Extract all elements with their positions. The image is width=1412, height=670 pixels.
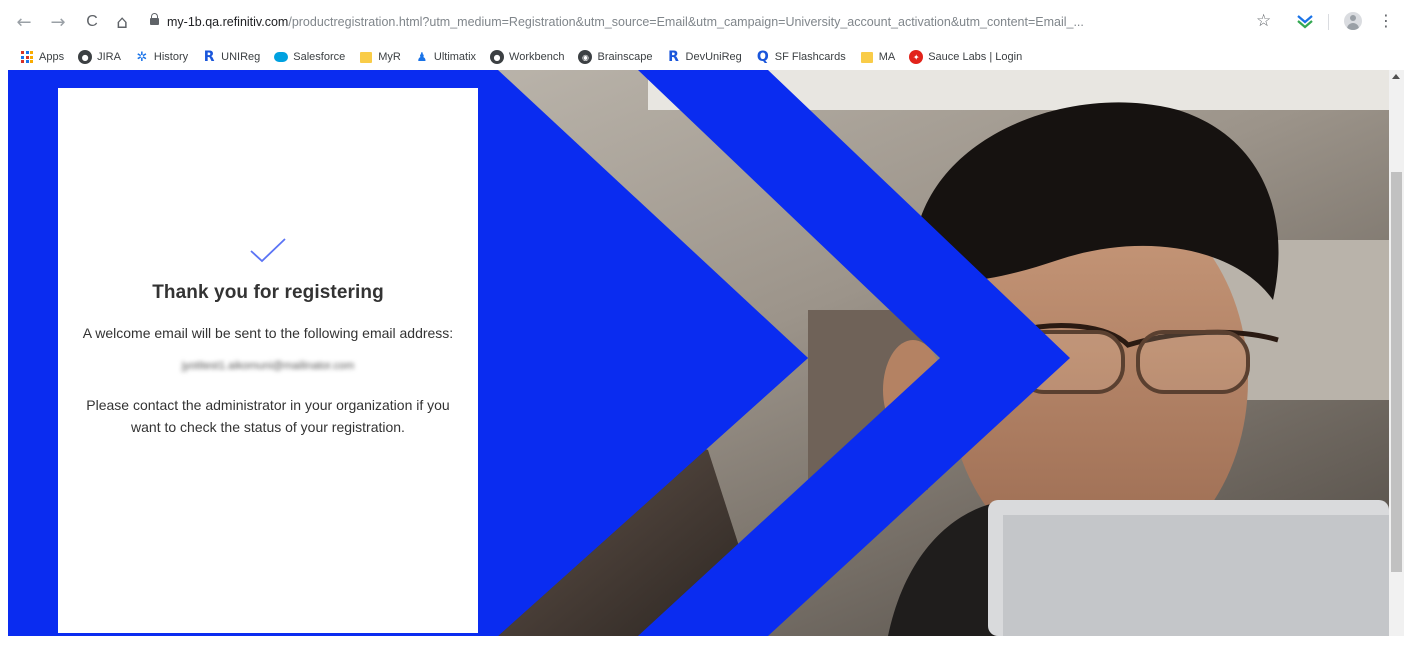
registered-email: jyotitest1.aikomuni@mailinator.com [181,360,355,372]
bookmark-label: UNIReg [221,51,261,63]
page-bottom-blank [0,636,1412,670]
address-bar[interactable]: my-1b.qa.refinitiv.com/productregistrati… [150,10,1300,34]
globe-icon: ● [78,50,93,64]
bookmark-label: Ultimatix [433,51,477,63]
bookmark-history[interactable]: ✲ History [135,49,189,65]
toolbar-separator [1328,14,1329,30]
page-viewport: Thank you for registering A welcome emai… [8,70,1389,636]
brainscape-icon: ◉ [578,50,593,64]
browser-toolbar: ← → C ⌂ my-1b.qa.refinitiv.com/productre… [0,0,1412,44]
bookmark-sauce-labs[interactable]: ✦ Sauce Labs | Login [909,50,1022,64]
contact-administrator-message: Please contact the administrator in your… [86,397,450,435]
card-title: Thank you for registering [152,282,384,303]
registration-confirmation-card: Thank you for registering A welcome emai… [58,88,478,633]
bookmark-label: JIRA [97,51,121,63]
page-scrollbar[interactable] [1389,70,1404,636]
bookmark-myr[interactable]: MyR [359,50,401,64]
bookmark-jira[interactable]: ● JIRA [78,50,121,64]
reload-icon[interactable]: C [82,12,102,32]
bookmark-label: Sauce Labs | Login [928,51,1023,63]
bookmark-apps[interactable]: Apps [20,50,64,64]
profile-avatar-icon[interactable] [1344,12,1362,30]
scroll-thumb[interactable] [1391,172,1402,572]
bookmark-label: Salesforce [293,51,346,63]
bookmark-label: History [153,51,189,63]
gear-icon: ✲ [136,49,148,65]
forward-arrow-icon[interactable]: → [48,12,68,33]
bookmark-label: Brainscape [597,51,653,63]
bookmark-label: MyR [378,51,401,63]
url-path: /productregistration.html?utm_medium=Reg… [288,15,1084,29]
checkmark-icon [250,238,286,263]
folder-icon [359,50,373,64]
welcome-message: A welcome email will be sent to the foll… [82,325,454,341]
bookmark-brainscape[interactable]: ◉ Brainscape [578,50,653,64]
scroll-up-arrow-icon[interactable] [1392,74,1400,79]
bookmark-label: DevUniReg [685,51,742,63]
home-icon[interactable]: ⌂ [112,12,132,33]
refinitiv-icon: R [668,49,679,65]
sauce-labs-icon: ✦ [909,50,924,64]
refinitiv-icon: R [203,49,215,65]
bookmark-label: SF Flashcards [774,51,846,63]
bookmark-sf-flashcards[interactable]: Q SF Flashcards [756,49,846,65]
back-arrow-icon[interactable]: ← [14,12,34,33]
quizlet-icon: Q [756,49,769,65]
bookmark-salesforce[interactable]: Salesforce [274,50,345,64]
bookmark-label: Workbench [509,51,565,63]
bookmark-label: Apps [39,51,65,63]
bookmark-star-icon[interactable]: ☆ [1256,11,1271,31]
bookmark-unireg[interactable]: R UNIReg [202,49,261,65]
menu-dots-icon[interactable]: ⋮ [1378,11,1394,30]
bookmark-devunireg[interactable]: R DevUniReg [667,49,742,65]
bookmark-workbench[interactable]: ● Workbench [490,50,564,64]
salesforce-cloud-icon [274,50,289,64]
bookmark-label: MA [878,51,896,63]
bookmarks-bar: Apps ● JIRA ✲ History R UNIReg Salesforc… [0,44,1412,70]
apps-grid-icon [20,50,34,64]
folder-icon [860,50,874,64]
bookmark-ultimatix[interactable]: ♟ Ultimatix [415,50,476,64]
globe-icon: ● [490,50,505,64]
bookmark-ma[interactable]: MA [860,50,896,64]
url-host: my-1b.qa.refinitiv.com [167,15,289,29]
ultimatix-icon: ♟ [416,50,428,64]
lock-icon [150,13,159,26]
extension-icon[interactable] [1296,12,1314,30]
